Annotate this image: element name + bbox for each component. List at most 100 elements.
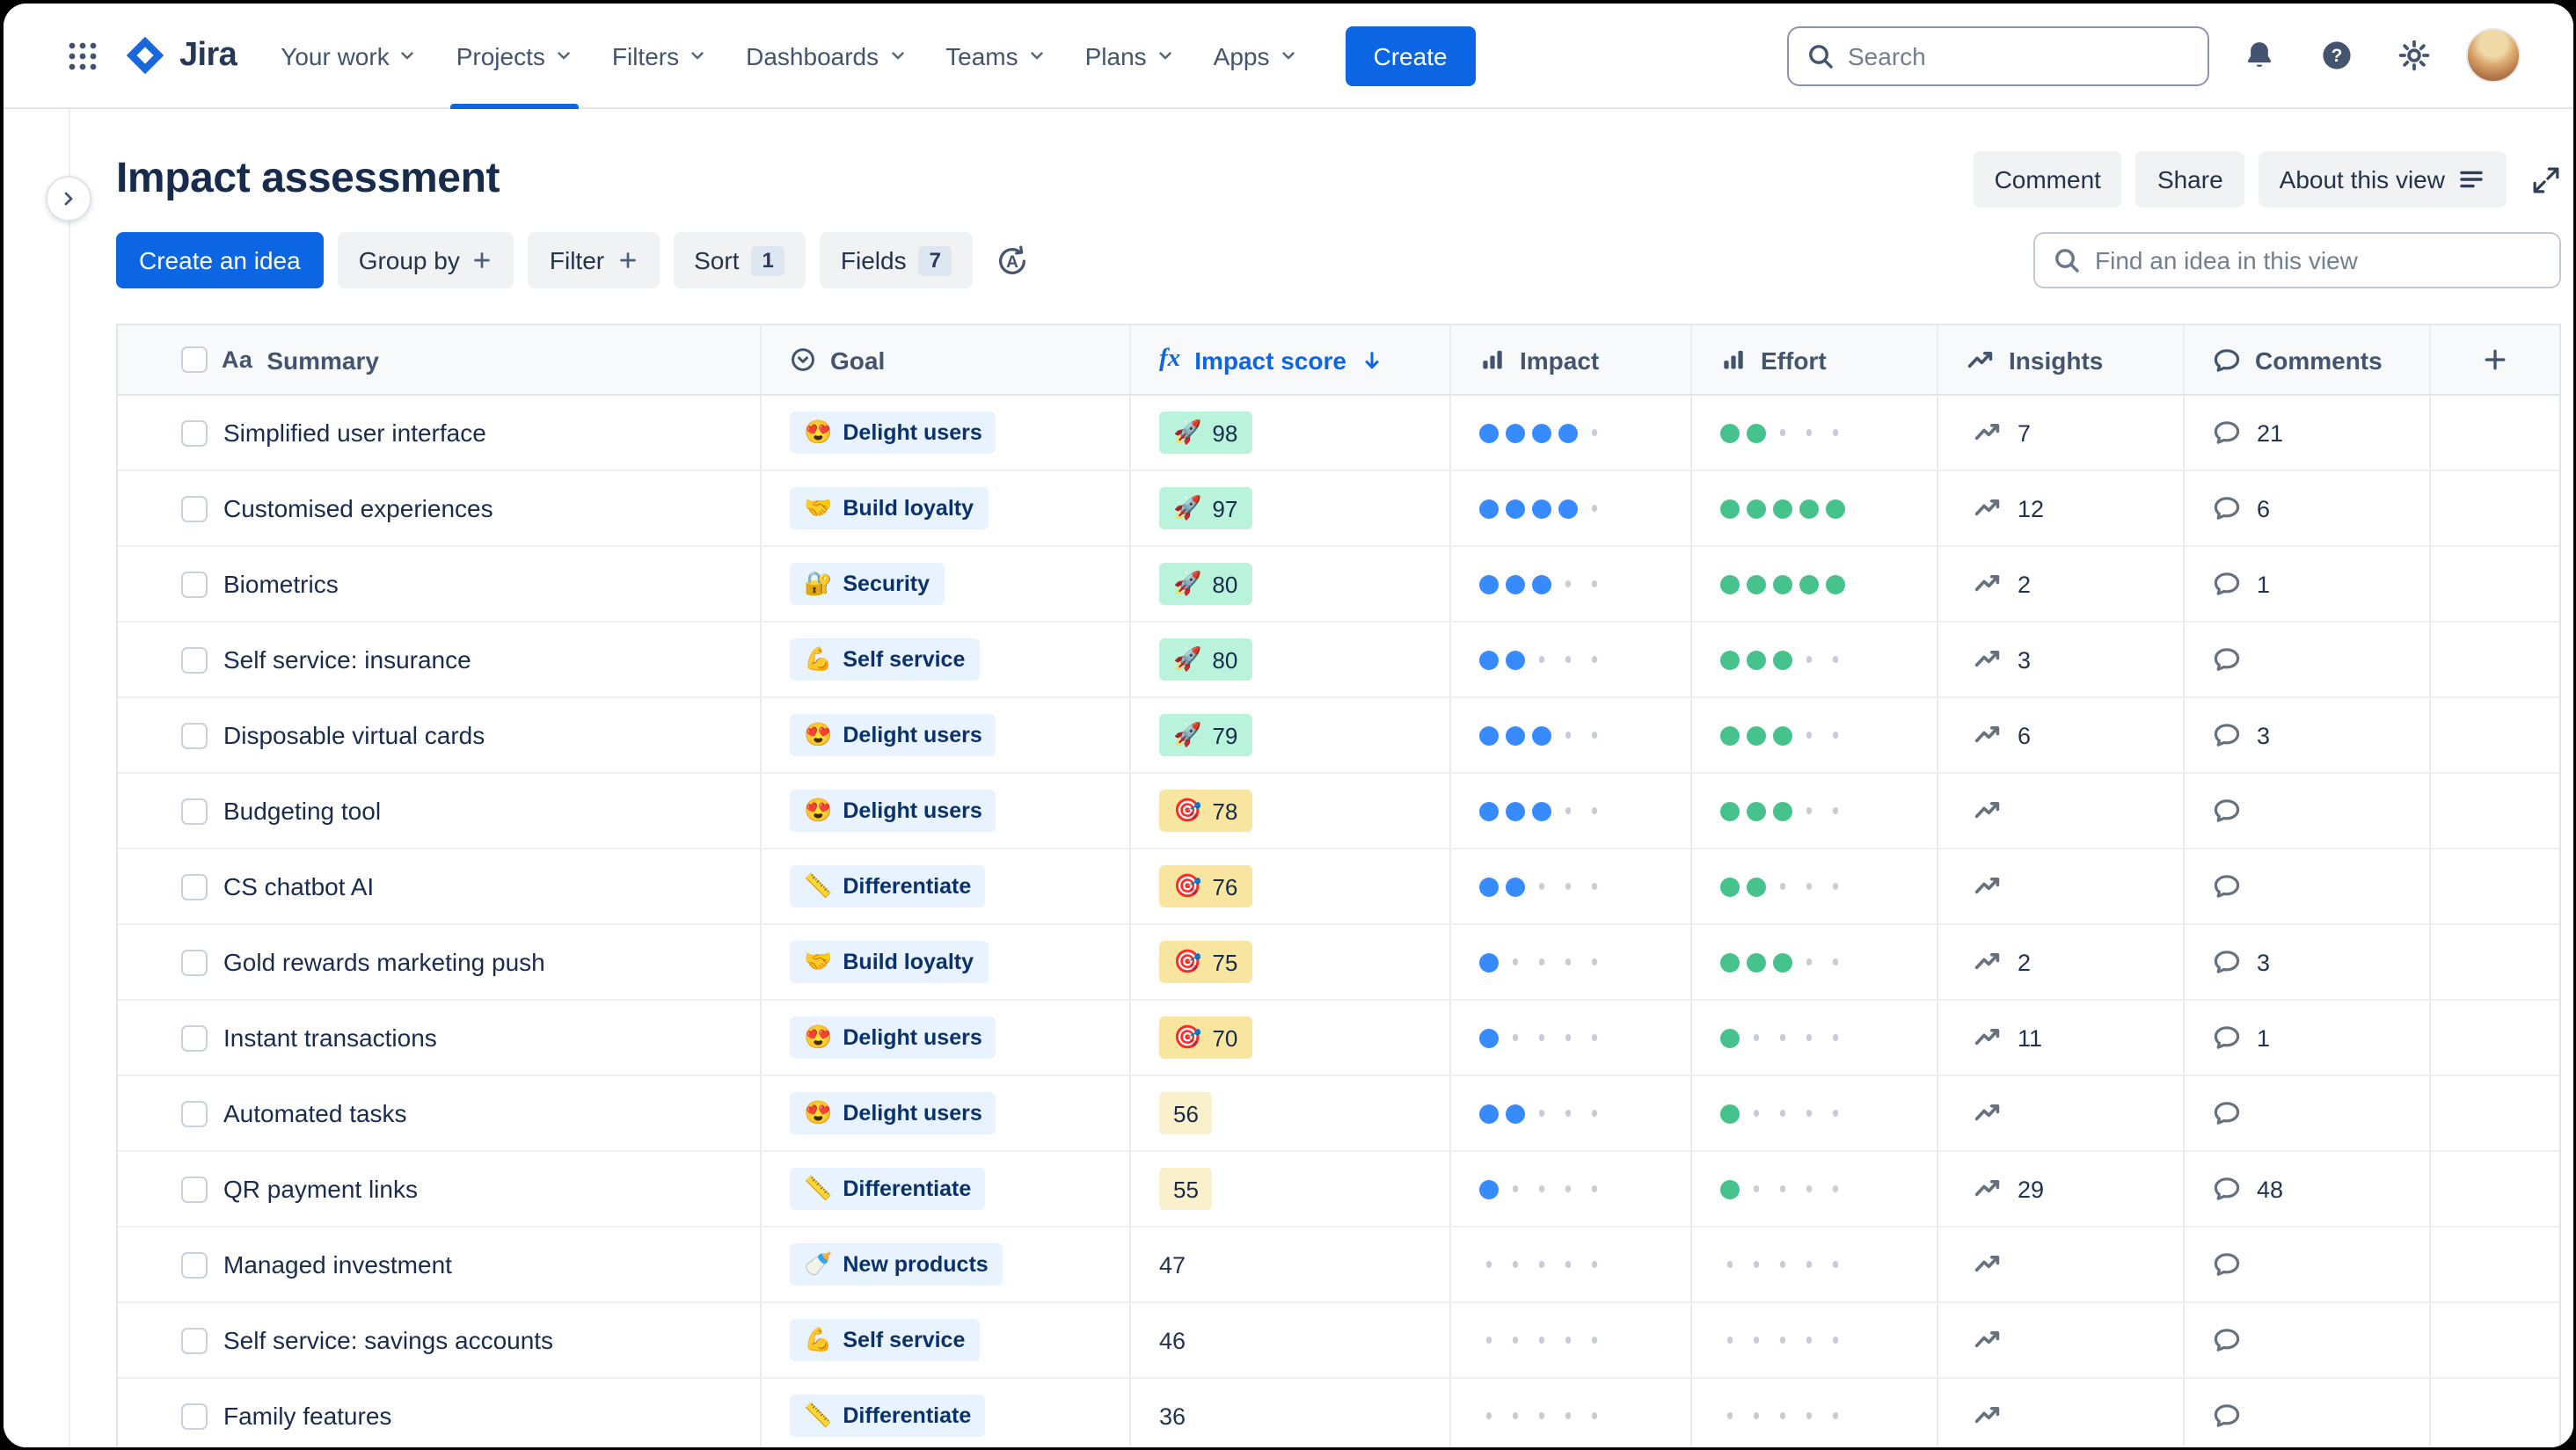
effort-cell[interactable] — [1690, 547, 1937, 621]
impact-rating[interactable] — [1479, 423, 1604, 442]
impact-cell[interactable] — [1449, 1303, 1690, 1377]
app-switcher-button[interactable] — [56, 29, 109, 82]
goal-cell[interactable]: 🍼 New products — [760, 1228, 1129, 1301]
comment-button[interactable]: Comment — [1973, 151, 2122, 208]
comments-cell[interactable] — [2183, 1076, 2429, 1150]
goal-cell[interactable]: 🤝 Build loyalty — [760, 925, 1129, 999]
impact-cell[interactable] — [1449, 623, 1690, 696]
impact-rating[interactable] — [1479, 574, 1604, 594]
summary-cell[interactable]: Simplified user interface — [118, 396, 760, 470]
nav-item-your-work[interactable]: Your work — [261, 4, 437, 108]
filter-button[interactable]: Filter — [528, 232, 660, 288]
effort-rating[interactable] — [1720, 1179, 1845, 1199]
idea-summary[interactable]: Budgeting tool — [223, 797, 381, 825]
insights-cell[interactable]: 6 — [1937, 698, 2183, 772]
column-header-goal[interactable]: Goal — [760, 325, 1129, 394]
effort-cell[interactable] — [1690, 774, 1937, 848]
effort-rating[interactable] — [1720, 499, 1845, 518]
idea-summary[interactable]: Gold rewards marketing push — [223, 948, 545, 976]
nav-item-teams[interactable]: Teams — [926, 4, 1065, 108]
table-row[interactable]: QR payment links 📏 Differentiate 55 29 48 — [118, 1152, 2559, 1228]
idea-summary[interactable]: CS chatbot AI — [223, 872, 374, 900]
row-checkbox[interactable] — [181, 1176, 208, 1202]
comments-cell[interactable] — [2183, 849, 2429, 923]
effort-rating[interactable] — [1720, 650, 1845, 669]
nav-item-projects[interactable]: Projects — [437, 4, 593, 108]
table-row[interactable]: CS chatbot AI 📏 Differentiate 🎯 76 — [118, 849, 2559, 925]
goal-cell[interactable]: 💪 Self service — [760, 623, 1129, 696]
goal-chip[interactable]: 💪 Self service — [790, 1319, 980, 1361]
goal-cell[interactable]: 💪 Self service — [760, 1303, 1129, 1377]
row-checkbox[interactable] — [181, 949, 208, 975]
idea-summary[interactable]: Self service: savings accounts — [223, 1326, 553, 1354]
goal-chip[interactable]: 📏 Differentiate — [790, 1395, 986, 1437]
comments-cell[interactable]: 21 — [2183, 396, 2429, 470]
nav-item-apps[interactable]: Apps — [1194, 4, 1317, 108]
fullscreen-button[interactable] — [2531, 164, 2561, 194]
insights-cell[interactable]: 3 — [1937, 623, 2183, 696]
insights-cell[interactable] — [1937, 1303, 2183, 1377]
comments-cell[interactable] — [2183, 1379, 2429, 1446]
effort-cell[interactable] — [1690, 1228, 1937, 1301]
user-avatar[interactable] — [2465, 28, 2520, 83]
idea-summary[interactable]: Instant transactions — [223, 1024, 437, 1052]
effort-rating[interactable] — [1720, 801, 1845, 820]
goal-cell[interactable]: 🤝 Build loyalty — [760, 471, 1129, 545]
goal-chip[interactable]: 📏 Differentiate — [790, 1168, 986, 1210]
impact-rating[interactable] — [1479, 877, 1604, 896]
table-row[interactable]: Self service: insurance 💪 Self service 🚀 80 3 — [118, 623, 2559, 698]
effort-rating[interactable] — [1720, 1028, 1845, 1047]
goal-chip[interactable]: 😍 Delight users — [790, 1016, 996, 1059]
goal-cell[interactable]: 😍 Delight users — [760, 396, 1129, 470]
impact-cell[interactable] — [1449, 1379, 1690, 1446]
impact-cell[interactable] — [1449, 1152, 1690, 1226]
find-idea-input[interactable] — [2095, 246, 2542, 274]
table-row[interactable]: Customised experiences 🤝 Build loyalty 🚀 97 1… — [118, 471, 2559, 547]
idea-summary[interactable]: Disposable virtual cards — [223, 721, 485, 749]
impact-cell[interactable] — [1449, 1001, 1690, 1075]
impact-cell[interactable] — [1449, 1228, 1690, 1301]
insights-cell[interactable] — [1937, 774, 2183, 848]
summary-cell[interactable]: Customised experiences — [118, 471, 760, 545]
effort-rating[interactable] — [1720, 1330, 1845, 1350]
table-row[interactable]: Disposable virtual cards 😍 Delight users 🚀 7… — [118, 698, 2559, 774]
row-checkbox[interactable] — [181, 1327, 208, 1353]
effort-cell[interactable] — [1690, 396, 1937, 470]
comments-cell[interactable] — [2183, 774, 2429, 848]
effort-cell[interactable] — [1690, 1379, 1937, 1446]
impact-cell[interactable] — [1449, 849, 1690, 923]
summary-cell[interactable]: Biometrics — [118, 547, 760, 621]
goal-chip[interactable]: 💪 Self service — [790, 638, 980, 681]
goal-cell[interactable]: 📏 Differentiate — [760, 1379, 1129, 1446]
sort-button[interactable]: Sort 1 — [673, 232, 806, 288]
create-idea-button[interactable]: Create an idea — [116, 232, 324, 288]
group-by-button[interactable]: Group by — [337, 232, 514, 288]
row-checkbox[interactable] — [181, 571, 208, 597]
row-checkbox[interactable] — [181, 1403, 208, 1429]
add-column-button[interactable] — [2429, 325, 2559, 394]
nav-item-dashboards[interactable]: Dashboards — [726, 4, 926, 108]
impact-rating[interactable] — [1479, 650, 1604, 669]
impact-cell[interactable] — [1449, 698, 1690, 772]
help-button[interactable]: ? — [2310, 29, 2363, 82]
summary-cell[interactable]: Self service: savings accounts — [118, 1303, 760, 1377]
summary-cell[interactable]: Family features — [118, 1379, 760, 1446]
summary-cell[interactable]: Self service: insurance — [118, 623, 760, 696]
goal-cell[interactable]: 📏 Differentiate — [760, 849, 1129, 923]
column-header-effort[interactable]: Effort — [1690, 325, 1937, 394]
idea-summary[interactable]: Self service: insurance — [223, 645, 471, 674]
notifications-button[interactable] — [2233, 29, 2286, 82]
fields-button[interactable]: Fields 7 — [819, 232, 973, 288]
goal-chip[interactable]: 🔐 Security — [790, 563, 945, 605]
goal-cell[interactable]: 😍 Delight users — [760, 698, 1129, 772]
effort-rating[interactable] — [1720, 725, 1845, 745]
row-checkbox[interactable] — [181, 798, 208, 824]
global-search[interactable] — [1786, 26, 2208, 85]
impact-cell[interactable] — [1449, 471, 1690, 545]
jira-logo[interactable]: Jira — [123, 33, 237, 77]
goal-chip[interactable]: 🤝 Build loyalty — [790, 941, 989, 983]
effort-cell[interactable] — [1690, 698, 1937, 772]
impact-cell[interactable] — [1449, 396, 1690, 470]
impact-cell[interactable] — [1449, 774, 1690, 848]
impact-rating[interactable] — [1479, 1179, 1604, 1199]
